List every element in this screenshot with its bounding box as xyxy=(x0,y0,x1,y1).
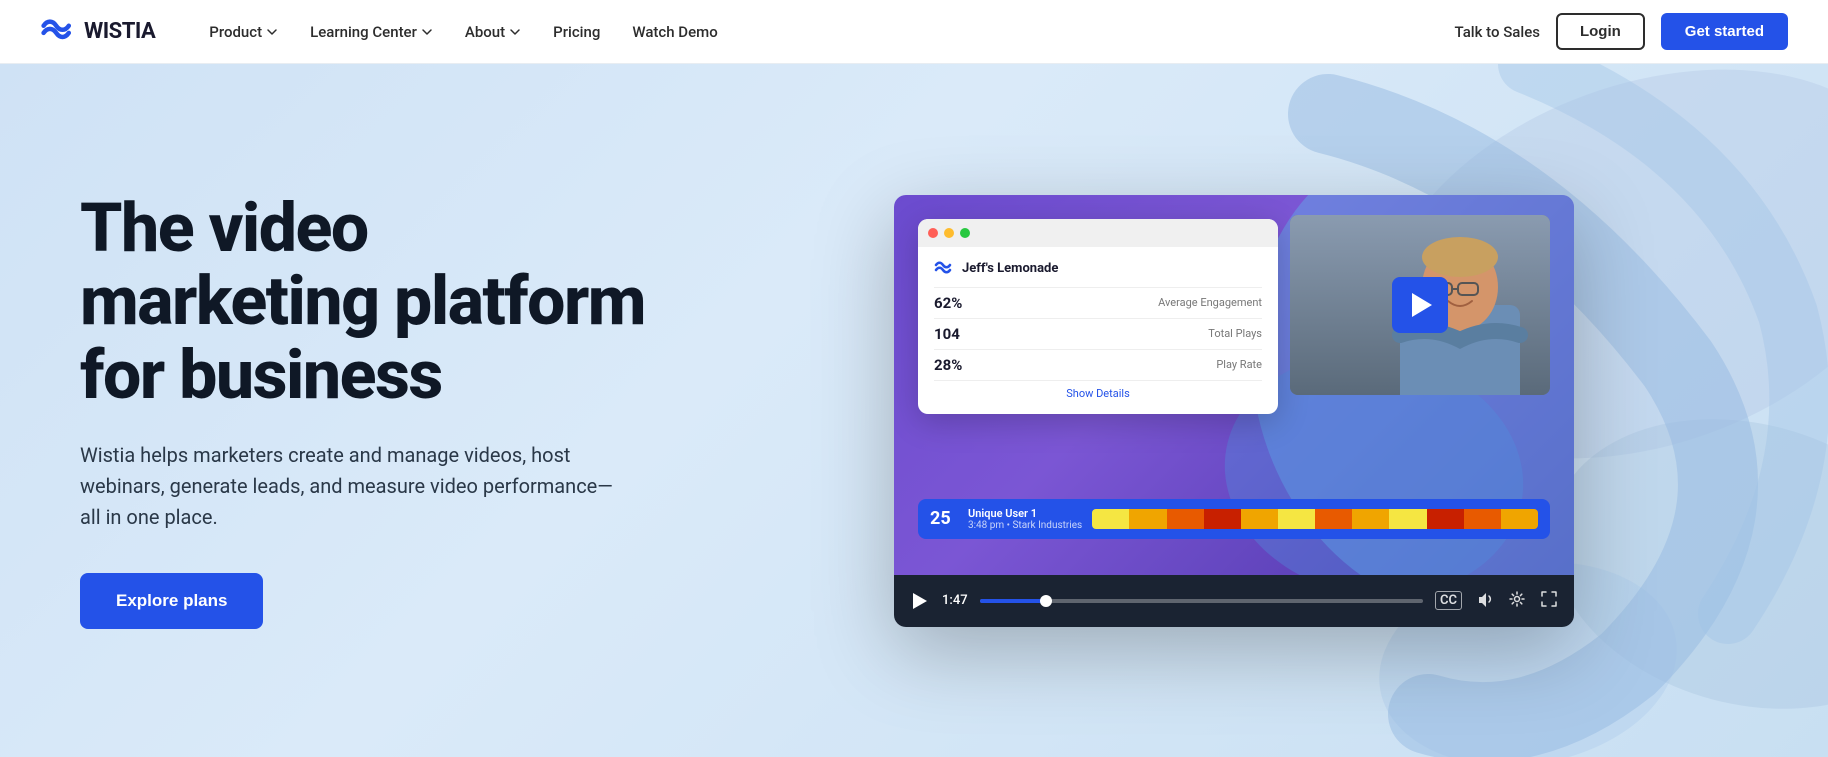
video-controls: 1:47 CC xyxy=(894,575,1574,627)
stat-row-1: 62% Average Engagement xyxy=(934,294,1262,312)
stat-row-2: 104 Total Plays xyxy=(934,325,1262,343)
video-thumbnail-area xyxy=(1290,215,1550,395)
nav-pricing[interactable]: Pricing xyxy=(539,15,614,49)
wistia-logo-icon xyxy=(40,18,76,46)
nav-learning-center[interactable]: Learning Center xyxy=(296,15,447,49)
chevron-down-icon xyxy=(266,26,278,38)
chevron-down-icon xyxy=(509,26,521,38)
traffic-dot-yellow xyxy=(944,228,954,238)
talk-to-sales-link[interactable]: Talk to Sales xyxy=(1455,23,1540,41)
heatmap-user-name: Unique User 1 xyxy=(968,507,1082,520)
chevron-down-icon xyxy=(421,26,433,38)
progress-fill xyxy=(980,599,1047,603)
app-screenshot: Jeff's Lemonade 62% Average Engagement 1… xyxy=(918,219,1278,414)
captions-button[interactable]: CC xyxy=(1435,591,1462,610)
video-thumb-inner xyxy=(1290,215,1550,395)
progress-dot xyxy=(1040,595,1052,607)
video-main-area: Jeff's Lemonade 62% Average Engagement 1… xyxy=(894,195,1574,575)
stat3-value: 28% xyxy=(934,356,962,374)
hero-content-right: Jeff's Lemonade 62% Average Engagement 1… xyxy=(680,195,1748,627)
stat2-label: Total Plays xyxy=(1208,327,1262,340)
nav-links: Product Learning Center About Pricing Wa… xyxy=(195,15,1454,49)
divider xyxy=(934,349,1262,350)
explore-plans-button[interactable]: Explore plans xyxy=(80,573,263,629)
play-pause-button[interactable] xyxy=(910,591,930,611)
app-video-title: Jeff's Lemonade xyxy=(962,261,1058,276)
navbar: WISTIA Product Learning Center About Pri… xyxy=(0,0,1828,64)
logo-link[interactable]: WISTIA xyxy=(40,18,155,46)
traffic-dot-green xyxy=(960,228,970,238)
time-display: 1:47 xyxy=(942,593,968,608)
divider xyxy=(934,380,1262,381)
stat-row-3: 28% Play Rate xyxy=(934,356,1262,374)
volume-button[interactable] xyxy=(1476,590,1494,612)
hero-section: The video marketing platform for busines… xyxy=(0,64,1828,757)
hero-content-left: The video marketing platform for busines… xyxy=(80,192,680,629)
heatmap-number: 25 xyxy=(930,508,958,529)
show-details-link[interactable]: Show Details xyxy=(934,387,1262,400)
heatmap-user-detail: 3:48 pm • Stark Industries xyxy=(968,520,1082,531)
control-icons: CC xyxy=(1435,590,1558,612)
nav-product[interactable]: Product xyxy=(195,15,292,49)
nav-watch-demo[interactable]: Watch Demo xyxy=(618,15,731,49)
heatmap-row: 25 Unique User 1 3:48 pm • Stark Industr… xyxy=(918,499,1550,539)
play-icon xyxy=(913,593,927,609)
play-triangle-icon xyxy=(1412,293,1432,317)
app-logo-row: Jeff's Lemonade xyxy=(934,261,1262,277)
stat3-label: Play Rate xyxy=(1216,358,1262,371)
play-button-overlay[interactable] xyxy=(1392,277,1448,333)
hero-title: The video marketing platform for busines… xyxy=(80,192,680,412)
stat1-value: 62% xyxy=(934,294,962,312)
divider xyxy=(934,287,1262,288)
stat1-label: Average Engagement xyxy=(1158,296,1262,309)
settings-button[interactable] xyxy=(1508,590,1526,612)
brand-name: WISTIA xyxy=(84,19,155,44)
video-player-wrapper: Jeff's Lemonade 62% Average Engagement 1… xyxy=(894,195,1574,627)
app-titlebar xyxy=(918,219,1278,247)
divider xyxy=(934,318,1262,319)
progress-bar[interactable] xyxy=(980,599,1423,603)
heatmap-user-info: Unique User 1 3:48 pm • Stark Industries xyxy=(968,507,1082,531)
heatmap-bar xyxy=(1092,509,1538,529)
fullscreen-button[interactable] xyxy=(1540,590,1558,612)
traffic-dot-red xyxy=(928,228,938,238)
login-button[interactable]: Login xyxy=(1556,13,1645,50)
nav-right-actions: Talk to Sales Login Get started xyxy=(1455,13,1788,50)
hero-subtitle: Wistia helps marketers create and manage… xyxy=(80,440,620,533)
app-wistia-icon xyxy=(934,261,954,277)
nav-about[interactable]: About xyxy=(451,15,535,49)
app-content: Jeff's Lemonade 62% Average Engagement 1… xyxy=(918,247,1278,414)
stat2-value: 104 xyxy=(934,325,960,343)
get-started-button[interactable]: Get started xyxy=(1661,13,1788,50)
